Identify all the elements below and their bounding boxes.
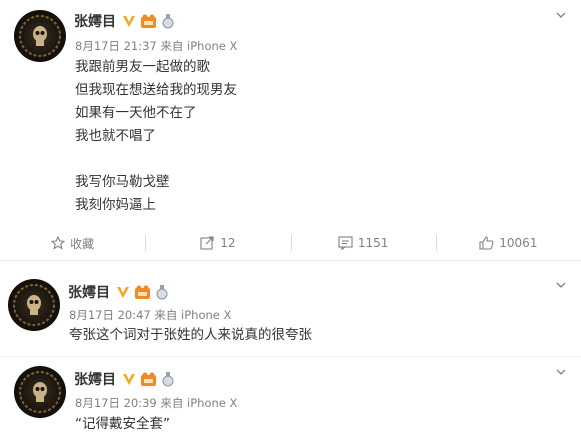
avatar[interactable] <box>14 10 66 62</box>
medal-icon <box>162 13 174 28</box>
repost-count: 12 <box>220 236 236 250</box>
content-line: 如果有一天他不在了 <box>75 105 197 121</box>
member-badge-icon <box>141 372 156 386</box>
content-blank-line <box>75 148 237 171</box>
like-count: 10061 <box>499 236 538 250</box>
repost-button[interactable]: 12 <box>145 226 290 260</box>
author-name[interactable]: 张嫮目 <box>68 282 110 302</box>
post-meta: 8月17日 21:37 来自 iPhone X <box>75 39 238 53</box>
verified-icon <box>123 373 135 385</box>
chevron-down-icon[interactable] <box>556 12 566 18</box>
post-meta: 8月17日 20:39 来自 iPhone X <box>75 396 238 410</box>
skull-icon <box>19 371 61 413</box>
author-name[interactable]: 张嫮目 <box>74 11 116 31</box>
repost-icon <box>200 236 214 250</box>
skull-icon <box>19 15 61 57</box>
content-line: 我也就不唱了 <box>75 128 156 144</box>
comment-button[interactable]: 1151 <box>290 226 436 260</box>
like-button[interactable]: 10061 <box>435 226 581 260</box>
skull-icon <box>13 284 55 326</box>
favorite-button[interactable]: 收藏 <box>0 226 145 260</box>
post-meta: 8月17日 20:47 来自 iPhone X <box>69 308 232 322</box>
comment-count: 1151 <box>357 236 389 250</box>
favorite-label: 收藏 <box>70 236 95 251</box>
medal-icon <box>162 371 174 386</box>
author-name[interactable]: 张嫮目 <box>74 369 116 389</box>
content-line: 我跟前男友一起做的歌 <box>75 59 210 75</box>
avatar[interactable] <box>8 279 60 331</box>
verified-icon <box>123 15 135 27</box>
action-bar: 收藏 12 1151 10061 <box>0 226 581 261</box>
member-badge-icon <box>135 285 150 299</box>
comment-icon <box>338 236 353 250</box>
divider <box>0 356 581 357</box>
chevron-down-icon[interactable] <box>556 282 566 288</box>
content-line: 我写你马勒戈壁 <box>75 174 170 190</box>
verified-icon <box>117 286 129 298</box>
star-icon <box>51 236 66 250</box>
content-line: 夸张这个词对于张姓的人来说真的很夸张 <box>69 327 312 343</box>
thumbs-up-icon <box>479 236 494 250</box>
member-badge-icon <box>141 14 156 28</box>
post-content: 我跟前男友一起做的歌 但我现在想送给我的现男友 如果有一天他不在了 我也就不唱了… <box>75 56 237 217</box>
avatar[interactable] <box>14 366 66 418</box>
medal-icon <box>156 284 168 299</box>
content-line: 但我现在想送给我的现男友 <box>75 82 237 98</box>
chevron-down-icon[interactable] <box>556 369 566 375</box>
content-line: 我刻你妈逼上 <box>75 197 156 213</box>
post-content: 夸张这个词对于张姓的人来说真的很夸张 <box>69 324 312 347</box>
